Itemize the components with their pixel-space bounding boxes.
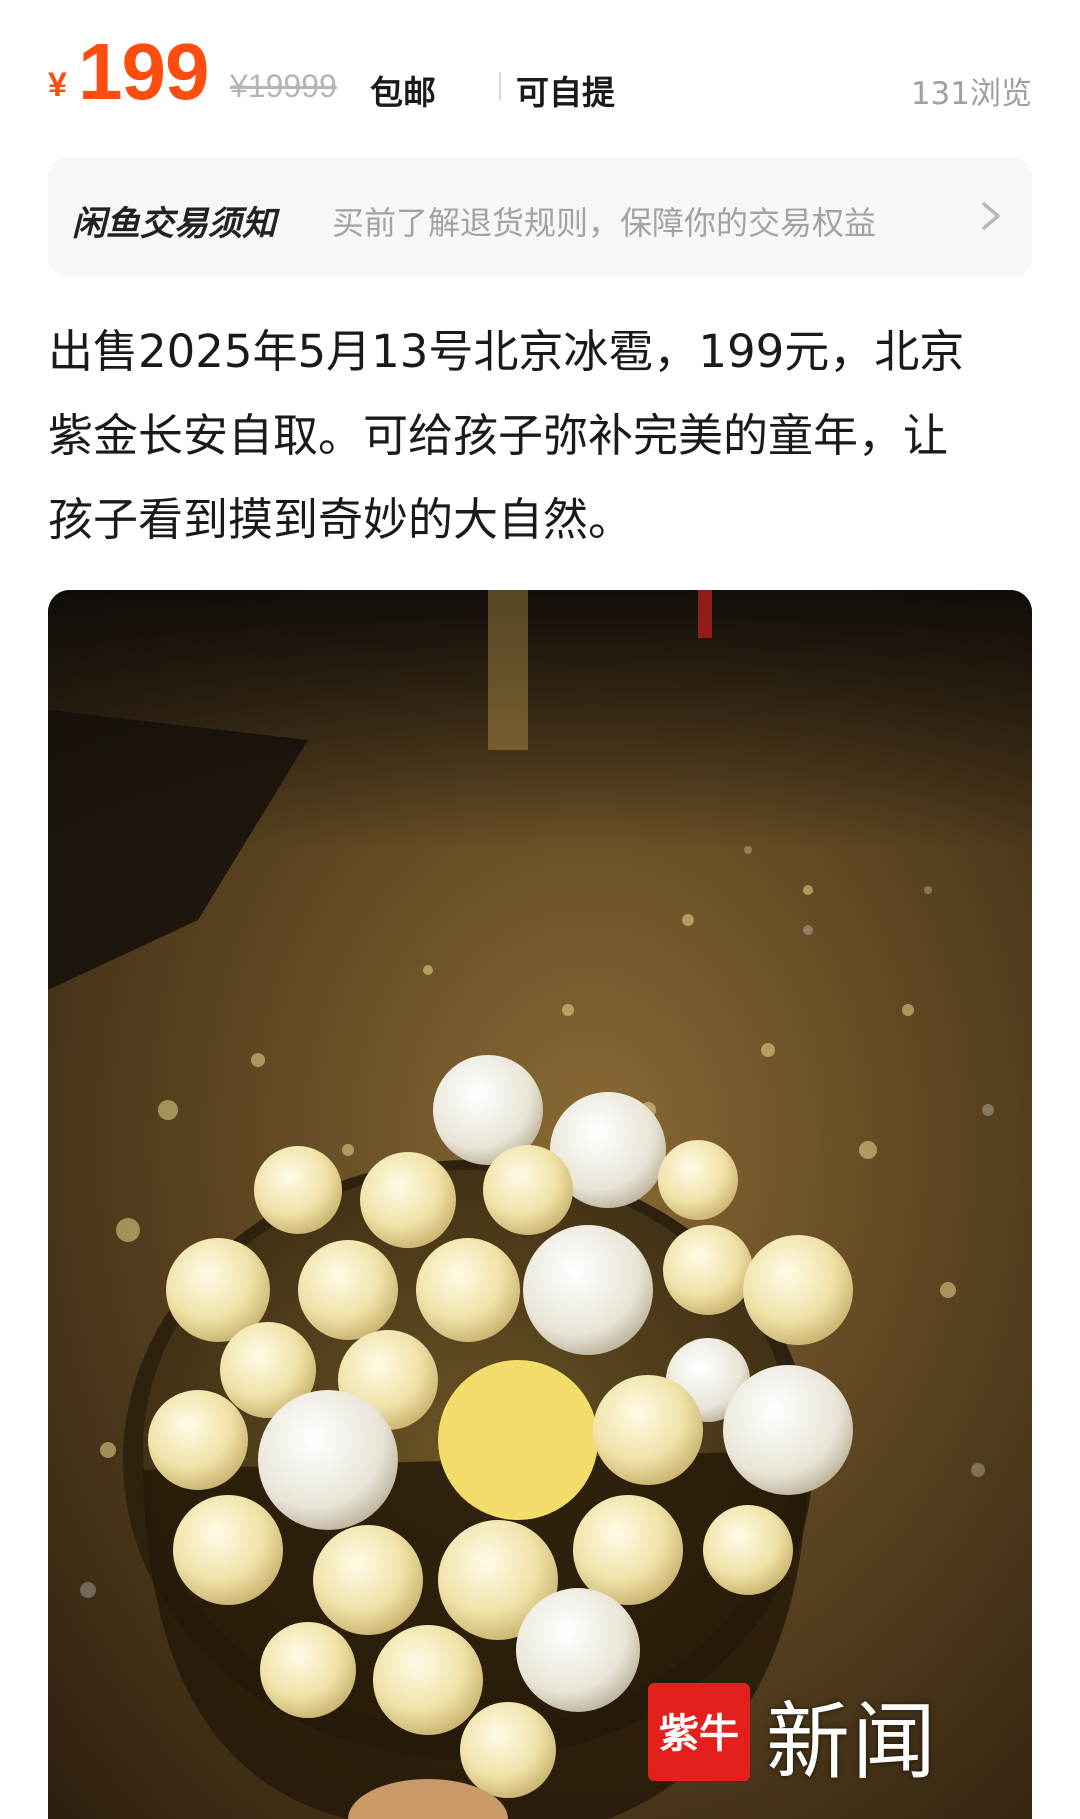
original-price: ¥19999: [230, 68, 337, 104]
watermark-text: 新闻: [766, 1693, 939, 1791]
price-value: 199: [78, 27, 209, 116]
trade-notice-text: 买前了解退货规则，保障你的交易权益: [332, 204, 877, 242]
svg-text:紫牛: 紫牛: [659, 1711, 739, 1757]
price-currency: ¥: [48, 66, 67, 104]
trade-notice-title: 闲鱼交易须知: [72, 204, 276, 244]
item-description: 出售2025年5月13号北京冰雹，199元，北京 紫金长安自取。可给孩子弥补完美…: [48, 310, 1032, 562]
item-photo[interactable]: 紫牛 新闻: [48, 590, 1032, 1819]
price-row: ¥ 199 ¥19999 包邮 可自提 131浏览: [48, 27, 1032, 120]
description-line: 孩子看到摸到奇妙的大自然。: [48, 493, 634, 546]
view-count: 131浏览: [910, 76, 1032, 112]
news-watermark: 紫牛 新闻: [648, 1675, 988, 1791]
description-line: 出售2025年5月13号北京冰雹，199元，北京: [48, 325, 965, 378]
description-line: 紫金长安自取。可给孩子弥补完美的童年，让: [48, 409, 949, 462]
zhiniu-logo: 紫牛: [648, 1683, 750, 1781]
chevron-right-icon: [982, 202, 1000, 230]
tag-divider: [499, 72, 501, 100]
trade-notice-bar[interactable]: 闲鱼交易须知 买前了解退货规则，保障你的交易权益: [48, 158, 1032, 276]
hailstones-photo: [48, 590, 1032, 1819]
self-pickup-tag: 可自提: [516, 73, 615, 112]
free-shipping-tag: 包邮: [370, 73, 436, 112]
